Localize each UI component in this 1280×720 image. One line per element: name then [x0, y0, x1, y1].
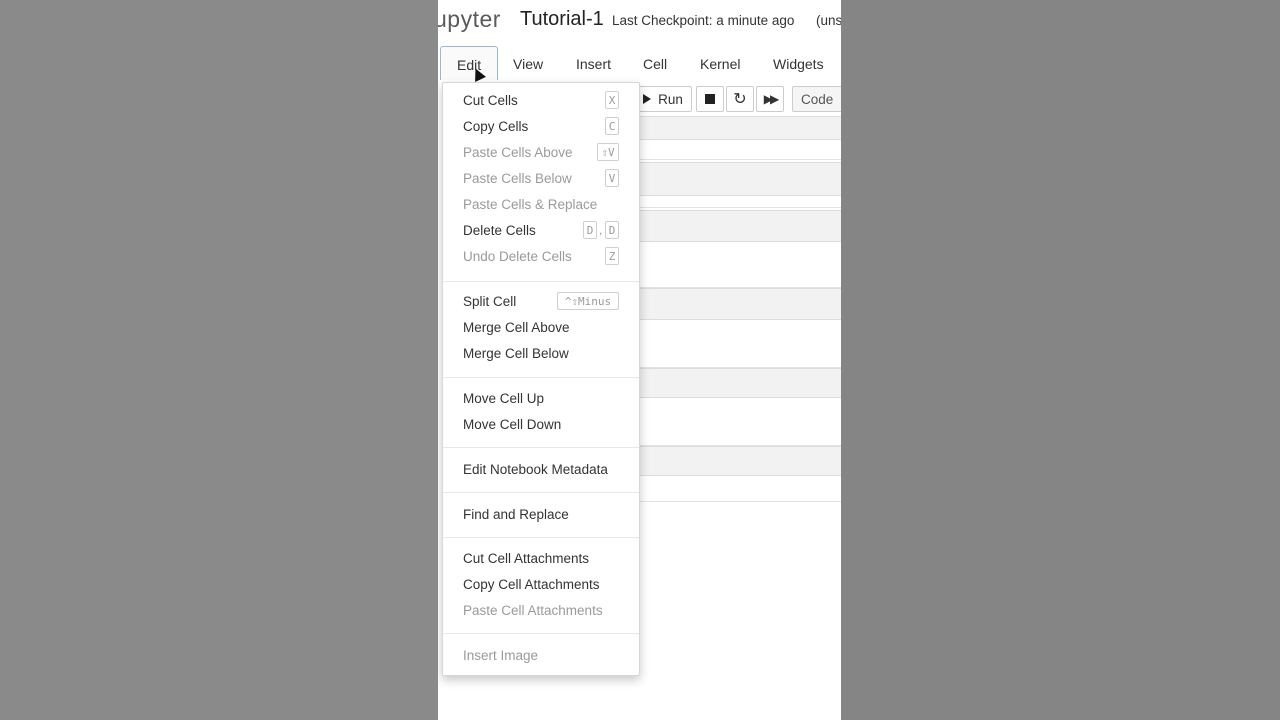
- shortcut-key: D: [583, 221, 597, 239]
- jupyter-logo[interactable]: upyter: [438, 6, 501, 33]
- notebook-title[interactable]: Tutorial-1: [520, 8, 604, 31]
- menu-divider: [443, 377, 639, 378]
- menu-widgets[interactable]: Widgets: [773, 56, 824, 72]
- run-button[interactable]: Run: [634, 86, 692, 112]
- notebook-cell[interactable]: [638, 210, 841, 242]
- menu-item-merge-cell-below[interactable]: Merge Cell Below: [463, 346, 569, 361]
- menu-divider: [443, 281, 639, 282]
- menu-item-cut-cell-attachments[interactable]: Cut Cell Attachments: [463, 551, 589, 566]
- menu-item-insert-image[interactable]: Insert Image: [463, 648, 538, 663]
- interrupt-button[interactable]: [696, 86, 724, 112]
- shortcut-key: D: [605, 221, 619, 239]
- menu-item-paste-cells-above[interactable]: Paste Cells Above: [463, 145, 573, 160]
- shortcut-key: ^⇧Minus: [557, 292, 619, 310]
- notebook-cell[interactable]: [638, 320, 841, 368]
- menu-item-merge-cell-above[interactable]: Merge Cell Above: [463, 320, 570, 335]
- menu-item-paste-cells-replace[interactable]: Paste Cells & Replace: [463, 197, 597, 212]
- menu-item-move-cell-up[interactable]: Move Cell Up: [463, 391, 544, 406]
- menu-item-delete-cells[interactable]: Delete Cells: [463, 223, 536, 238]
- right-letterbox: [841, 0, 1280, 720]
- menu-item-find-and-replace[interactable]: Find and Replace: [463, 507, 569, 522]
- notebook-cells-area: [638, 116, 841, 504]
- menu-view[interactable]: View: [513, 56, 543, 72]
- restart-run-all-button[interactable]: ▶▶: [756, 86, 784, 112]
- menu-item-paste-cell-attachments[interactable]: Paste Cell Attachments: [463, 603, 603, 618]
- notebook-cell[interactable]: [638, 116, 841, 140]
- menu-divider: [443, 492, 639, 493]
- menu-item-copy-cells[interactable]: Copy Cells: [463, 119, 528, 134]
- menu-item-copy-cell-attachments[interactable]: Copy Cell Attachments: [463, 577, 600, 592]
- stop-icon: [705, 94, 715, 104]
- restart-icon: ↻: [733, 91, 747, 108]
- fast-forward-icon: ▶▶: [763, 92, 780, 106]
- run-label: Run: [658, 91, 683, 107]
- notebook-cell[interactable]: [638, 162, 841, 196]
- menu-item-paste-cells-below[interactable]: Paste Cells Below: [463, 171, 572, 186]
- shortcut-key: ⇧V: [597, 143, 619, 161]
- menubar: Edit View Insert Cell Kernel Widgets: [438, 44, 841, 82]
- play-icon: [643, 94, 652, 104]
- shortcut-key: Z: [605, 247, 619, 265]
- menu-item-move-cell-down[interactable]: Move Cell Down: [463, 417, 561, 432]
- shortcut-key: X: [605, 91, 619, 109]
- menu-kernel[interactable]: Kernel: [700, 56, 740, 72]
- checkpoint-status: Last Checkpoint: a minute ago: [612, 13, 795, 28]
- menu-edit[interactable]: Edit: [440, 46, 498, 80]
- notebook-cell[interactable]: [638, 242, 841, 288]
- notebook-cell[interactable]: [638, 476, 841, 502]
- notebook-cell[interactable]: [638, 196, 841, 208]
- shortcut-separator: ,: [599, 223, 603, 237]
- menu-item-cut-cells[interactable]: Cut Cells: [463, 93, 518, 108]
- restart-button[interactable]: ↻: [726, 86, 754, 112]
- menu-cell[interactable]: Cell: [643, 56, 667, 72]
- menu-insert[interactable]: Insert: [576, 56, 611, 72]
- menu-divider: [443, 447, 639, 448]
- notebook-cell[interactable]: [638, 140, 841, 160]
- jupyter-notebook-screen: upyter Tutorial-1 Last Checkpoint: a min…: [438, 0, 841, 720]
- edit-menu-dropdown: Cut Cells X Copy Cells C Paste Cells Abo…: [442, 82, 640, 676]
- notebook-cell[interactable]: [638, 398, 841, 446]
- menu-item-undo-delete-cells[interactable]: Undo Delete Cells: [463, 249, 572, 264]
- notebook-cell[interactable]: [638, 288, 841, 320]
- menu-divider: [443, 537, 639, 538]
- notebook-cell[interactable]: [638, 368, 841, 398]
- shortcut-key: C: [605, 117, 619, 135]
- shortcut-key: V: [605, 169, 619, 187]
- cell-type-select[interactable]: Code: [792, 86, 841, 112]
- menu-item-edit-notebook-metadata[interactable]: Edit Notebook Metadata: [463, 462, 608, 477]
- save-status: (uns: [816, 13, 841, 28]
- notebook-cell[interactable]: [638, 446, 841, 476]
- menu-divider: [443, 633, 639, 634]
- menu-item-split-cell[interactable]: Split Cell: [463, 294, 516, 309]
- left-letterbox: [0, 0, 438, 720]
